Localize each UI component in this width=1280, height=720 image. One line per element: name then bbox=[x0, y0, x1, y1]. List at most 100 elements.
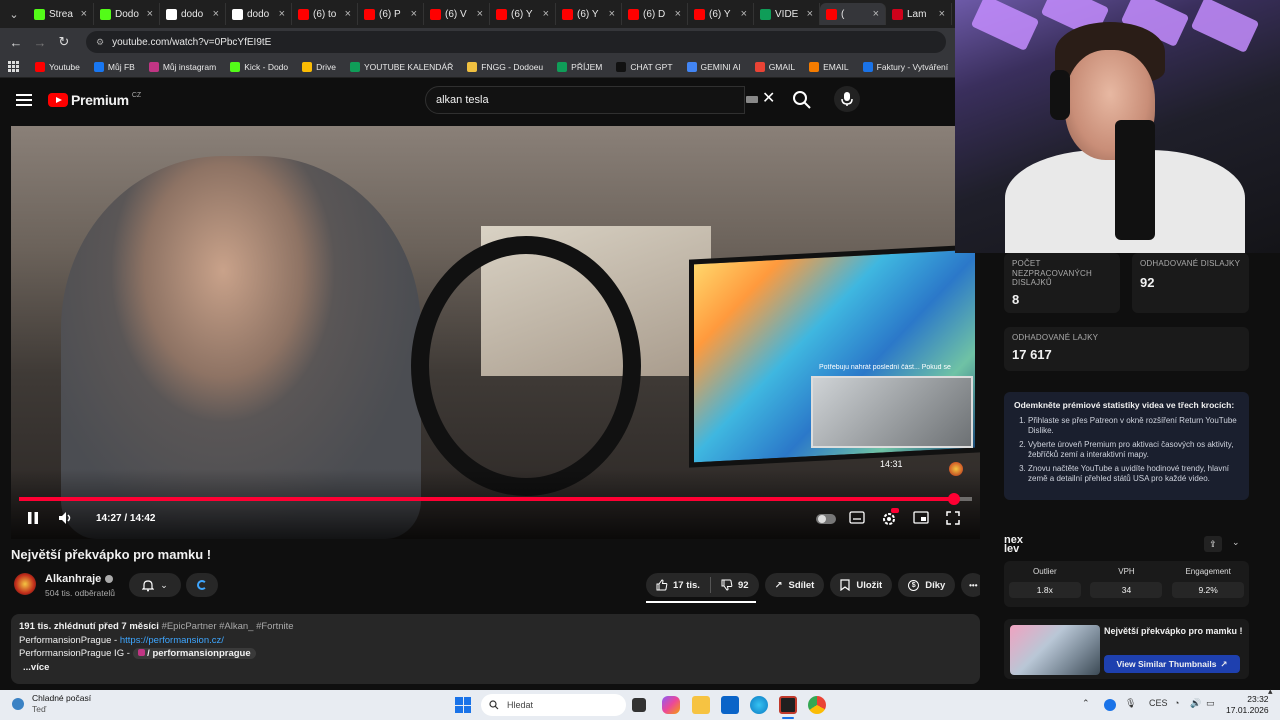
bookmark-item[interactable]: CHAT GPT bbox=[616, 61, 673, 72]
join-button[interactable] bbox=[186, 573, 218, 597]
browser-tab[interactable]: (6) Y × bbox=[490, 3, 556, 25]
volume-icon[interactable] bbox=[58, 511, 74, 528]
browser-tab[interactable]: (6) P × bbox=[358, 3, 424, 25]
close-tab-icon[interactable]: × bbox=[345, 8, 351, 20]
bookmark-item[interactable]: Kick - Dodo bbox=[230, 61, 288, 72]
browser-tab[interactable]: VIDE × bbox=[754, 3, 820, 25]
close-tab-icon[interactable]: × bbox=[807, 8, 813, 20]
bookmark-item[interactable]: Můj instagram bbox=[148, 61, 216, 72]
tab-search-icon[interactable]: ⌄ bbox=[0, 0, 28, 28]
show-more-button[interactable]: ...více bbox=[23, 661, 972, 675]
miniplayer-icon[interactable] bbox=[913, 511, 929, 527]
tray-app-icon[interactable] bbox=[1104, 699, 1116, 711]
channel-avatar[interactable] bbox=[14, 573, 36, 595]
windows-start-icon[interactable] bbox=[455, 697, 471, 713]
browser-tab[interactable]: dodo × bbox=[160, 3, 226, 25]
close-tab-icon[interactable]: × bbox=[873, 8, 879, 20]
clear-search-icon[interactable]: ✕ bbox=[762, 88, 775, 108]
terminal-icon[interactable] bbox=[779, 696, 797, 714]
microphone-icon[interactable] bbox=[834, 86, 860, 112]
close-tab-icon[interactable]: × bbox=[675, 8, 681, 20]
search-input[interactable]: alkan tesla bbox=[425, 86, 745, 114]
close-tab-icon[interactable]: × bbox=[81, 8, 87, 20]
video-player[interactable]: Potřebuju nahrát poslední část... Pokud … bbox=[11, 126, 980, 539]
bookmark-item[interactable]: FNGG - Dodoeu bbox=[467, 61, 543, 72]
reload-icon[interactable]: ↻ bbox=[52, 34, 76, 50]
copilot-icon[interactable] bbox=[662, 696, 680, 714]
like-button[interactable]: 17 tis. bbox=[646, 573, 710, 597]
browser-tab[interactable]: (6) Y × bbox=[556, 3, 622, 25]
fullscreen-icon[interactable] bbox=[946, 511, 960, 528]
search-icon[interactable] bbox=[790, 88, 814, 112]
settings-icon[interactable] bbox=[881, 508, 899, 530]
taskview-icon[interactable] bbox=[632, 698, 646, 712]
performansion-link[interactable]: https://performansion.cz/ bbox=[120, 635, 224, 646]
close-tab-icon[interactable]: × bbox=[477, 8, 483, 20]
close-tab-icon[interactable]: × bbox=[741, 8, 747, 20]
browser-tab[interactable]: (6) D × bbox=[622, 3, 688, 25]
edge-icon[interactable] bbox=[750, 696, 768, 714]
channel-name-row[interactable]: Alkanhraje bbox=[45, 573, 114, 585]
video-thumbnail[interactable] bbox=[1010, 625, 1100, 675]
pause-button[interactable] bbox=[27, 511, 39, 528]
browser-tab[interactable]: (6) V × bbox=[424, 3, 490, 25]
bookmark-item[interactable]: YOUTUBE KALENDÁŘ bbox=[349, 61, 453, 72]
channel-name[interactable]: Alkanhraje bbox=[45, 573, 101, 585]
close-tab-icon[interactable]: × bbox=[939, 8, 945, 20]
file-explorer-icon[interactable] bbox=[692, 696, 710, 714]
youtube-premium-logo[interactable]: Premium CZ bbox=[48, 92, 141, 108]
browser-tab[interactable]: Strea × bbox=[28, 3, 94, 25]
notifications-icon[interactable]: ▴ bbox=[1268, 686, 1273, 697]
system-clock[interactable]: 23:32 17.01.2026 bbox=[1226, 694, 1269, 716]
share-button[interactable]: ↗ Sdílet bbox=[764, 573, 825, 597]
weather-widget[interactable]: Chladné počasí Teď bbox=[12, 693, 91, 715]
browser-tab[interactable]: Dodo × bbox=[94, 3, 160, 25]
bookmark-item[interactable]: GEMINI AI bbox=[686, 61, 741, 72]
browser-tab[interactable]: dodo × bbox=[226, 3, 292, 25]
bookmark-item[interactable]: Faktury - Vytváření bbox=[862, 61, 948, 72]
bookmark-item[interactable]: EMAIL bbox=[809, 61, 849, 72]
browser-tab[interactable]: (6) Y × bbox=[688, 3, 754, 25]
bookmark-item[interactable]: Můj FB bbox=[93, 61, 135, 72]
back-icon[interactable]: ← bbox=[4, 35, 28, 50]
export-icon[interactable]: ⇪ bbox=[1204, 536, 1222, 552]
close-tab-icon[interactable]: × bbox=[279, 8, 285, 20]
browser-tab[interactable]: (6) to × bbox=[292, 3, 358, 25]
apps-icon[interactable] bbox=[8, 61, 19, 72]
dislike-button[interactable]: 92 bbox=[711, 573, 759, 597]
bookmark-item[interactable]: GMAIL bbox=[754, 61, 795, 72]
autoplay-toggle[interactable] bbox=[816, 514, 836, 524]
menu-icon[interactable] bbox=[16, 94, 32, 106]
thanks-button[interactable]: $ Díky bbox=[898, 573, 956, 597]
language-indicator[interactable]: CES bbox=[1149, 698, 1168, 708]
url-field[interactable]: ⚙ youtube.com/watch?v=0PbcYfEI9tE bbox=[86, 31, 946, 53]
battery-icon[interactable]: ▭ bbox=[1206, 698, 1215, 709]
bookmark-item[interactable]: PŘÍJEM bbox=[557, 61, 602, 72]
browser-tab[interactable]: (× bbox=[820, 3, 886, 25]
view-similar-thumbnails-button[interactable]: View Similar Thumbnails ↗ bbox=[1104, 655, 1240, 673]
close-tab-icon[interactable]: × bbox=[147, 8, 153, 20]
subtitles-icon[interactable] bbox=[849, 511, 865, 527]
wifi-icon[interactable]: ◔ bbox=[1174, 698, 1179, 708]
bookmark-item[interactable]: Youtube bbox=[35, 61, 80, 72]
chrome-icon[interactable] bbox=[808, 696, 826, 714]
progress-bar[interactable] bbox=[19, 493, 972, 505]
site-info-icon[interactable]: ⚙ bbox=[96, 37, 104, 48]
instagram-chip[interactable]: / performansionprague bbox=[132, 648, 256, 659]
progress-scrubber[interactable] bbox=[947, 493, 960, 505]
outlook-icon[interactable] bbox=[721, 696, 739, 714]
close-tab-icon[interactable]: × bbox=[609, 8, 615, 20]
description-box[interactable]: 191 tis. zhlédnutí před 7 měsíci #EpicPa… bbox=[11, 614, 980, 684]
forward-icon[interactable]: → bbox=[28, 35, 52, 50]
keyboard-icon[interactable] bbox=[746, 96, 758, 103]
speaker-icon[interactable]: 🔊 bbox=[1190, 698, 1201, 709]
browser-tab[interactable]: Lam × bbox=[886, 3, 952, 25]
hashtags[interactable]: #EpicPartner #Alkan_ #Fortnite bbox=[162, 621, 294, 632]
save-button[interactable]: Uložit bbox=[830, 573, 893, 597]
tray-mic-icon[interactable]: 🎙 bbox=[1125, 698, 1136, 709]
close-tab-icon[interactable]: × bbox=[543, 8, 549, 20]
collapse-chevron-icon[interactable]: ⌄ bbox=[1232, 537, 1240, 548]
tray-chevron-icon[interactable]: ⌃ bbox=[1082, 698, 1090, 709]
taskbar-search-input[interactable]: Hledat bbox=[481, 694, 626, 716]
close-tab-icon[interactable]: × bbox=[411, 8, 417, 20]
